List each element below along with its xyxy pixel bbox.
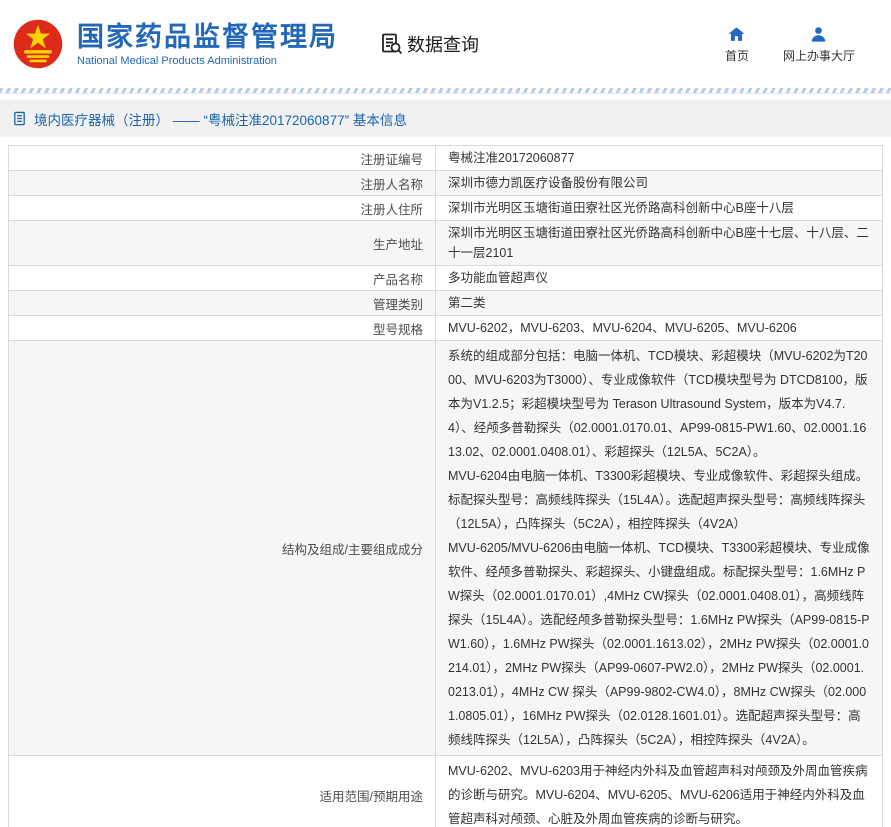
user-icon (809, 25, 828, 44)
row-label: 型号规格 (9, 316, 436, 340)
document-search-icon (380, 32, 404, 56)
row-value: MVU-6202、MVU-6203用于神经内外科及血管超声科对颅颈及外周血管疾病… (436, 756, 882, 827)
registration-detail-table: 注册证编号 粤械注准20172060877 注册人名称 深圳市德力凯医疗设备股份… (8, 145, 883, 827)
table-row-model-spec: 型号规格 MVU-6202，MVU-6203、MVU-6204、MVU-6205… (9, 316, 882, 341)
table-row-structure-composition: 结构及组成/主要组成成分 系统的组成部分包括：电脑一体机、TCD模块、彩超模块（… (9, 341, 882, 756)
row-value: MVU-6202，MVU-6203、MVU-6204、MVU-6205、MVU-… (436, 316, 882, 340)
org-name-en: National Medical Products Administration (77, 55, 338, 67)
org-title-block: 国家药品监督管理局 National Medical Products Admi… (77, 22, 338, 67)
table-row-registrant-name: 注册人名称 深圳市德力凯医疗设备股份有限公司 (9, 171, 882, 196)
row-value: 系统的组成部分包括：电脑一体机、TCD模块、彩超模块（MVU-6202为T200… (436, 341, 882, 755)
org-name-cn: 国家药品监督管理局 (77, 22, 338, 52)
row-value: 多功能血管超声仪 (436, 266, 882, 290)
table-row-product-name: 产品名称 多功能血管超声仪 (9, 266, 882, 291)
nav-home[interactable]: 首页 (725, 25, 749, 64)
table-row-intended-use: 适用范围/预期用途 MVU-6202、MVU-6203用于神经内外科及血管超声科… (9, 756, 882, 827)
table-row-cert-no: 注册证编号 粤械注准20172060877 (9, 146, 882, 171)
row-value: 深圳市光明区玉塘街道田寮社区光侨路高科创新中心B座十八层 (436, 196, 882, 220)
row-value: 粤械注准20172060877 (436, 146, 882, 170)
nav-online-service-hall[interactable]: 网上办事大厅 (783, 25, 855, 64)
row-label: 结构及组成/主要组成成分 (9, 341, 436, 755)
data-query-tab[interactable]: 数据查询 (380, 31, 479, 57)
row-label: 注册人名称 (9, 171, 436, 195)
row-label: 适用范围/预期用途 (9, 756, 436, 827)
table-row-registrant-address: 注册人住所 深圳市光明区玉塘街道田寮社区光侨路高科创新中心B座十八层 (9, 196, 882, 221)
row-label: 注册人住所 (9, 196, 436, 220)
site-header: 国家药品监督管理局 National Medical Products Admi… (0, 0, 891, 88)
row-label: 生产地址 (9, 221, 436, 265)
data-query-label: 数据查询 (407, 31, 479, 57)
row-label: 管理类别 (9, 291, 436, 315)
page: 国家药品监督管理局 National Medical Products Admi… (0, 0, 891, 827)
composition-paragraph: MVU-6204由电脑一体机、T3300彩超模块、专业成像软件、彩超探头组成。标… (448, 464, 870, 536)
row-label: 产品名称 (9, 266, 436, 290)
home-icon (727, 25, 746, 44)
national-emblem-icon (12, 18, 64, 70)
table-row-production-address: 生产地址 深圳市光明区玉塘街道田寮社区光侨路高科创新中心B座十七层、十八层、二十… (9, 221, 882, 266)
breadcrumb: 境内医疗器械（注册） —— “粤械注准20172060877” 基本信息 (0, 100, 891, 137)
composition-paragraph: 系统的组成部分包括：电脑一体机、TCD模块、彩超模块（MVU-6202为T200… (448, 344, 870, 464)
top-nav: 首页 网上办事大厅 (725, 25, 881, 64)
row-value: 深圳市光明区玉塘街道田寮社区光侨路高科创新中心B座十七层、十八层、二十一层210… (436, 221, 882, 265)
page-title: 境内医疗器械（注册） —— “粤械注准20172060877” 基本信息 (34, 109, 407, 129)
nav-hall-label: 网上办事大厅 (783, 47, 855, 64)
row-label: 注册证编号 (9, 146, 436, 170)
row-value: 深圳市德力凯医疗设备股份有限公司 (436, 171, 882, 195)
table-row-management-class: 管理类别 第二类 (9, 291, 882, 316)
row-value: 第二类 (436, 291, 882, 315)
page-icon (12, 111, 27, 126)
nav-home-label: 首页 (725, 47, 749, 64)
header-divider (0, 88, 891, 94)
composition-paragraph: MVU-6205/MVU-6206由电脑一体机、TCD模块、T3300彩超模块、… (448, 536, 870, 752)
